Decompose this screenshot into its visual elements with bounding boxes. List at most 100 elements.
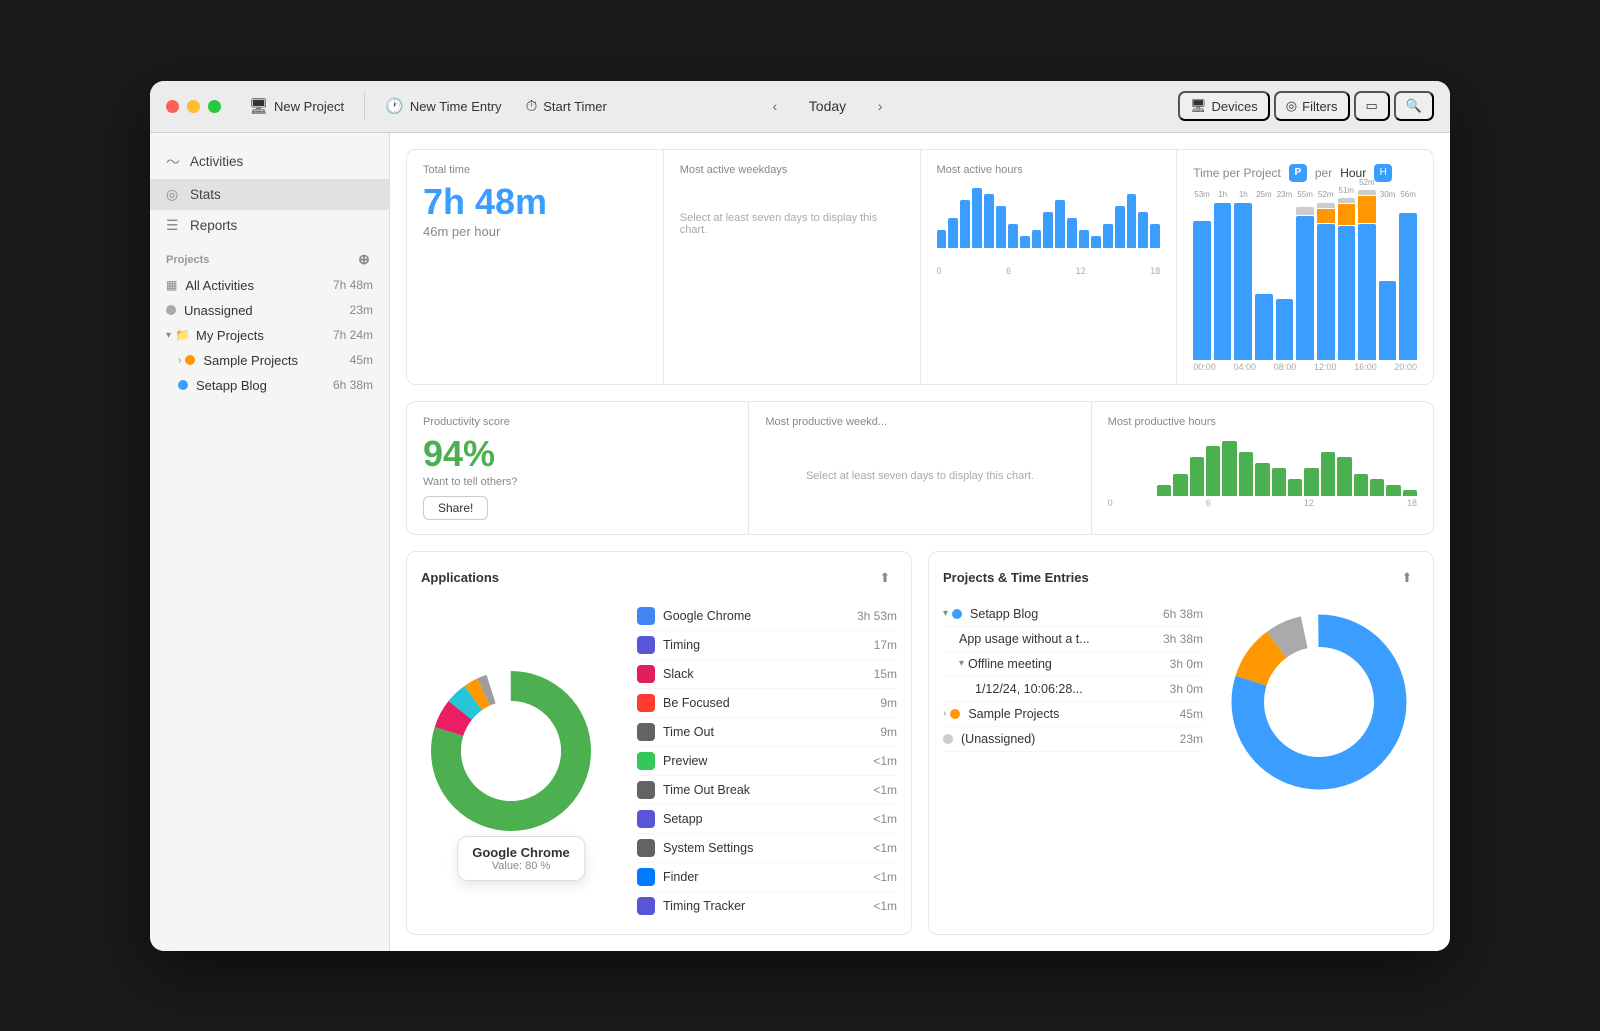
weekdays-placeholder: Select at least seven days to display th…	[680, 212, 904, 236]
productive-bar	[1288, 479, 1302, 496]
app-icon	[637, 839, 655, 857]
pe-chevron[interactable]: ▾	[959, 658, 964, 669]
tpp-bar-group: 53m	[1193, 190, 1211, 360]
sidebar-item-reports[interactable]: ☰ Reports	[150, 210, 389, 241]
productivity-label: Productivity score	[423, 416, 732, 428]
new-project-icon: 🖥	[249, 97, 268, 115]
add-project-button[interactable]: ⊕	[355, 251, 373, 269]
pe-row: (Unassigned)23m	[943, 727, 1203, 752]
app-time: <1m	[873, 783, 897, 797]
hour-bar	[1043, 212, 1053, 248]
productive-weekdays-cell: Most productive weekd... Select at least…	[749, 402, 1090, 534]
start-timer-icon: ⏱	[526, 98, 538, 115]
pe-name: Sample Projects	[968, 707, 1179, 721]
app-icon	[637, 810, 655, 828]
app-icon	[637, 868, 655, 886]
pe-chevron[interactable]: ▾	[943, 608, 948, 619]
productive-bar	[1304, 468, 1318, 496]
start-timer-button[interactable]: ⏱ Start Timer	[514, 92, 619, 121]
new-project-button[interactable]: 🖥 New Project	[237, 91, 356, 121]
new-time-entry-icon: 🕐	[385, 97, 404, 115]
pe-content: ▾Setapp Blog6h 38mApp usage without a t.…	[943, 602, 1419, 802]
productive-bar	[1321, 452, 1335, 496]
main-content: 〜 Activities ◎ Stats ☰ Reports Projects …	[150, 133, 1450, 951]
applications-header: Applications ⬆	[421, 566, 897, 590]
filters-button[interactable]: ◎ Filters	[1274, 91, 1350, 121]
app-row: Preview<1m	[637, 747, 897, 776]
traffic-lights	[166, 100, 221, 113]
sample-time: 45m	[350, 353, 373, 367]
devices-label: Devices	[1212, 99, 1258, 114]
hour-bar	[984, 194, 994, 248]
minimize-button[interactable]	[187, 100, 200, 113]
active-hours-chart	[937, 184, 1161, 264]
pe-header: Projects & Time Entries ⬆	[943, 566, 1419, 590]
productivity-cell: Productivity score 94% Want to tell othe…	[407, 402, 748, 534]
app-time: <1m	[873, 841, 897, 855]
productive-bar	[1173, 474, 1187, 496]
tpp-bar-group: 52m	[1317, 190, 1335, 360]
sidebar-reports-label: Reports	[190, 218, 237, 233]
pe-dot	[952, 609, 962, 619]
app-row: Finder<1m	[637, 863, 897, 892]
project-setapp-blog[interactable]: Setapp Blog 6h 38m	[150, 373, 389, 398]
productive-hours-cell: Most productive hours 0 6 12 18	[1092, 402, 1433, 534]
applications-card: Applications ⬆	[406, 551, 912, 935]
app-row: System Settings<1m	[637, 834, 897, 863]
close-button[interactable]	[166, 100, 179, 113]
my-projects-icon: 📁	[175, 328, 190, 342]
applications-export-button[interactable]: ⬆	[873, 566, 897, 590]
active-hours-axis: 0 6 12 18	[937, 266, 1161, 276]
pe-name: Setapp Blog	[970, 607, 1163, 621]
app-name: Timing Tracker	[663, 899, 873, 913]
total-time-label: Total time	[423, 164, 647, 176]
sidebar-item-activities[interactable]: 〜 Activities	[150, 145, 389, 179]
pe-name: Offline meeting	[968, 657, 1170, 671]
donut-chart	[421, 661, 601, 841]
titlebar: 🖥 New Project 🕐 New Time Entry ⏱ Start T…	[150, 81, 1450, 133]
pe-time: 45m	[1180, 707, 1203, 721]
tpp-bar-group: 23m	[1276, 190, 1294, 360]
maximize-button[interactable]	[208, 100, 221, 113]
hour-bar	[1115, 206, 1125, 248]
project-sample-projects[interactable]: › Sample Projects 45m	[150, 348, 389, 373]
sidebar: 〜 Activities ◎ Stats ☰ Reports Projects …	[150, 133, 390, 951]
main-window: 🖥 New Project 🕐 New Time Entry ⏱ Start T…	[150, 81, 1450, 951]
app-row: Be Focused9m	[637, 689, 897, 718]
app-time: 3h 53m	[857, 609, 897, 623]
all-activities-icon: ▦	[166, 278, 177, 292]
my-projects-time: 7h 24m	[333, 328, 373, 342]
project-my-projects[interactable]: ▾ 📁 My Projects 7h 24m	[150, 323, 389, 348]
all-activities-name: All Activities	[185, 278, 333, 293]
sidebar-toggle-icon: ▭	[1366, 98, 1378, 114]
project-unassigned[interactable]: Unassigned 23m	[150, 298, 389, 323]
productive-bar	[1337, 457, 1351, 496]
productive-bar	[1222, 441, 1236, 496]
pe-time: 6h 38m	[1163, 607, 1203, 621]
hour-bar	[960, 200, 970, 248]
app-name: Setapp	[663, 812, 873, 826]
new-time-entry-button[interactable]: 🕐 New Time Entry	[373, 91, 513, 121]
search-button[interactable]: 🔍	[1394, 91, 1434, 121]
filters-icon: ◎	[1286, 98, 1297, 114]
hour-bar	[1150, 224, 1160, 248]
productivity-grid: Productivity score 94% Want to tell othe…	[406, 401, 1434, 535]
start-timer-label: Start Timer	[543, 99, 607, 114]
app-name: Slack	[663, 667, 874, 681]
pe-export-button[interactable]: ⬆	[1395, 566, 1419, 590]
sidebar-item-stats[interactable]: ◎ Stats	[150, 179, 389, 210]
project-all-activities[interactable]: ▦ All Activities 7h 48m	[150, 273, 389, 298]
devices-button[interactable]: 🖥 Devices	[1178, 91, 1270, 121]
productive-weekdays-chart: Select at least seven days to display th…	[765, 436, 1074, 516]
projects-donut-svg	[1219, 602, 1419, 802]
productive-hours-chart	[1108, 436, 1417, 496]
hour-bar	[1055, 200, 1065, 248]
pe-chevron[interactable]: ›	[943, 708, 946, 719]
prev-date-button[interactable]: ‹	[761, 92, 789, 120]
productive-bar	[1403, 490, 1417, 496]
productive-bar	[1239, 452, 1253, 496]
next-date-button[interactable]: ›	[866, 92, 894, 120]
share-button[interactable]: Share!	[423, 496, 488, 520]
hour-bar	[1127, 194, 1137, 248]
sidebar-toggle-button[interactable]: ▭	[1354, 91, 1390, 121]
